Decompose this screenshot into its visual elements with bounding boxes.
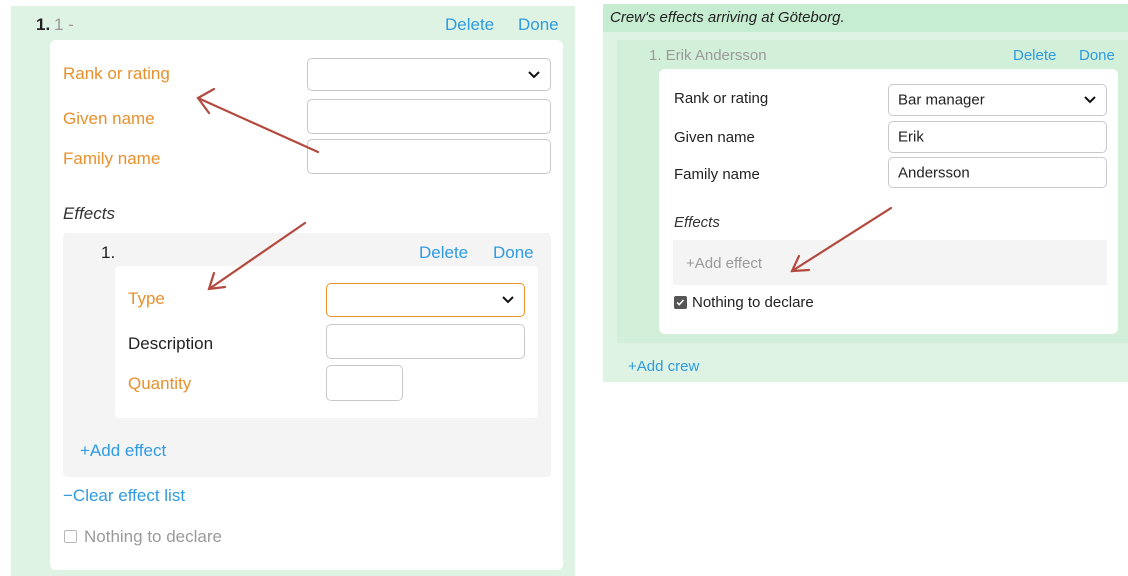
left-crew-subtitle: 1 - xyxy=(54,15,74,34)
effect-delete-button[interactable]: Delete xyxy=(419,243,468,263)
effect-description-label: Description xyxy=(128,334,214,353)
right-rank-value: Bar manager xyxy=(898,91,985,109)
left-effects-heading: Effects xyxy=(63,204,115,223)
right-nothing-to-declare-label: Nothing to declare xyxy=(692,294,814,311)
right-add-effect-button[interactable]: +Add effect xyxy=(686,255,762,272)
right-crew-done-button[interactable]: Done xyxy=(1079,47,1115,64)
right-crew-delete-button[interactable]: Delete xyxy=(1013,47,1056,64)
right-family-name-input[interactable]: Andersson xyxy=(888,157,1107,188)
left-crew-delete-button[interactable]: Delete xyxy=(445,15,494,35)
given-name-input[interactable] xyxy=(307,99,551,134)
right-nothing-to-declare-checkbox[interactable] xyxy=(674,296,687,309)
effect-quantity-input[interactable] xyxy=(326,365,403,401)
rank-select[interactable] xyxy=(307,58,551,91)
right-family-name-label: Family name xyxy=(674,166,760,183)
effect-description-input[interactable] xyxy=(326,324,525,359)
right-rank-select[interactable]: Bar manager xyxy=(888,84,1107,116)
clear-effect-list-button[interactable]: −Clear effect list xyxy=(63,486,185,506)
right-rank-label: Rank or rating xyxy=(674,90,769,107)
left-crew-done-button[interactable]: Done xyxy=(518,15,559,35)
left-nothing-to-declare-label: Nothing to declare xyxy=(84,527,222,546)
checkmark-icon xyxy=(676,299,685,306)
chevron-down-icon xyxy=(502,296,514,304)
right-crew-title: 1. Erik Andersson xyxy=(649,47,767,64)
rank-label: Rank or rating xyxy=(63,64,170,83)
effect-type-label: Type xyxy=(128,289,165,308)
right-header-title: Crew's effects arriving at Göteborg. xyxy=(610,9,845,26)
family-name-input[interactable] xyxy=(307,139,551,174)
left-crew-index: 1. xyxy=(36,15,51,34)
effect-index: 1. xyxy=(101,243,116,262)
given-name-label: Given name xyxy=(63,109,155,128)
right-effects-heading: Effects xyxy=(674,214,720,231)
left-add-effect-button[interactable]: +Add effect xyxy=(80,441,166,461)
family-name-label: Family name xyxy=(63,149,161,168)
chevron-down-icon xyxy=(528,70,540,78)
right-given-name-value: Erik xyxy=(898,128,924,146)
right-given-name-input[interactable]: Erik xyxy=(888,121,1107,153)
effect-done-button[interactable]: Done xyxy=(493,243,534,263)
effect-quantity-label: Quantity xyxy=(128,374,192,393)
left-nothing-to-declare-checkbox[interactable] xyxy=(64,530,77,543)
effect-type-select[interactable] xyxy=(326,283,525,317)
add-crew-button[interactable]: +Add crew xyxy=(628,358,699,375)
chevron-down-icon xyxy=(1084,96,1096,104)
right-given-name-label: Given name xyxy=(674,129,755,146)
right-family-name-value: Andersson xyxy=(898,164,970,181)
